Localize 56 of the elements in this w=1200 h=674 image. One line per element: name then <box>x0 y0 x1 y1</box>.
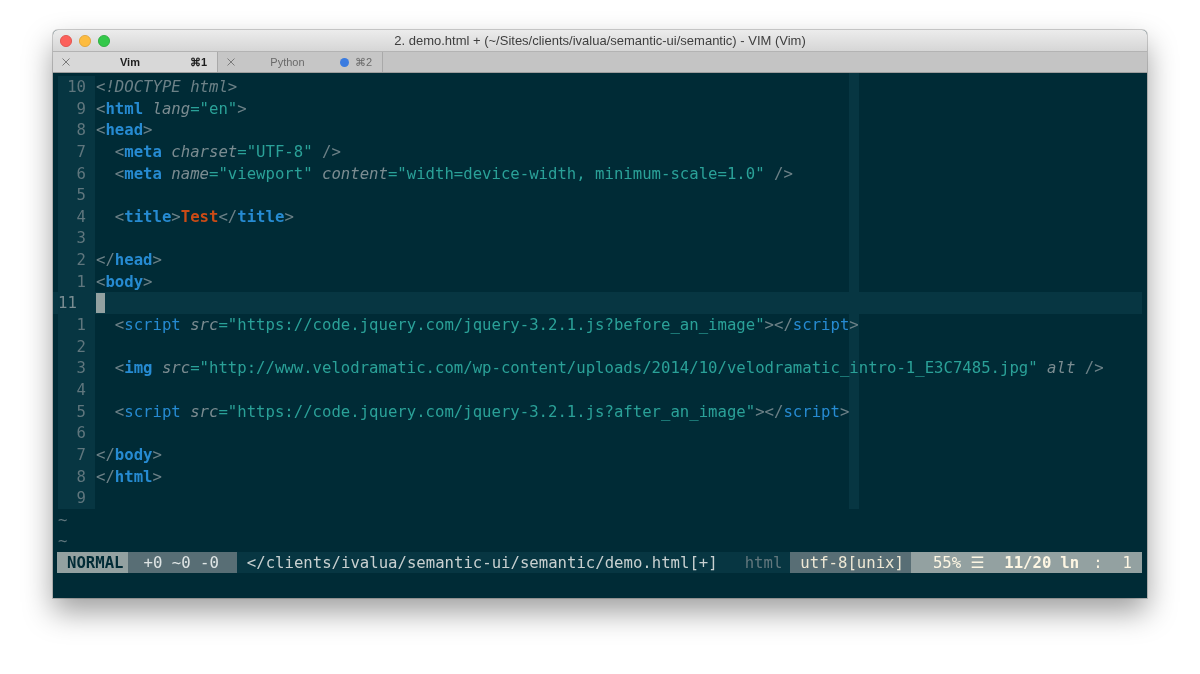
shortcut-label: ⌘1 <box>189 55 207 69</box>
close-window-icon[interactable] <box>60 34 72 47</box>
filetype-label: html <box>744 552 784 574</box>
code-line: <meta charset="UTF-8" /> <box>113 140 341 163</box>
line-count: 11/20 <box>1004 552 1052 574</box>
line-number: 4 <box>58 378 95 401</box>
code-line: <html lang="en"> <box>96 97 247 120</box>
code-line: <head> <box>96 119 153 141</box>
line-number: 9 <box>58 97 95 120</box>
mode-indicator: NORMAL <box>57 552 128 574</box>
scroll-percent: 55% <box>932 552 962 574</box>
code-line: <meta name="viewport" content="width=device-width, minimum-scale=1.0" /> <box>113 162 793 185</box>
line-number: 3 <box>58 357 95 379</box>
window-title: 2. demo.html + (~/Sites/clients/ivalua/semantic-ui/semantic) - VIM (Vim) <box>394 33 806 48</box>
line-number: 2 <box>58 335 95 358</box>
shortcut-label: ⌘2 <box>354 55 372 69</box>
code-line: <script src="https://code.jquery.com/jquery-3.2.1.js?before_an_image"></script> <box>113 314 859 336</box>
code-line: </html> <box>96 465 162 488</box>
line-number: 7 <box>58 443 95 466</box>
close-icon[interactable] <box>62 58 70 66</box>
code-line: </head> <box>96 249 162 271</box>
file-path: </clients/ivalua/semantic-ui/semantic/demo.html[+] <box>245 552 718 574</box>
line-number: 8 <box>58 119 95 141</box>
code-line: <img src="http://www.velodramatic.com/wp-content/uploads/2014/10/velodramatic_intro-1_E3C7485.jpg" alt /> <box>113 357 1104 379</box>
maximize-window-icon[interactable] <box>98 34 110 47</box>
close-icon[interactable] <box>227 58 235 66</box>
line-number: 1 <box>58 314 95 336</box>
line-number: 11 <box>57 292 78 315</box>
line-number: 10 <box>58 76 95 98</box>
code-line: <!DOCTYPE html> <box>96 76 238 98</box>
line-number: 2 <box>58 249 95 271</box>
text-cursor <box>96 293 106 314</box>
line-number: 9 <box>58 487 95 509</box>
line-number: 4 <box>58 205 95 228</box>
line-number: 1 <box>58 270 95 293</box>
tab[interactable]: Vim ⌘1 <box>53 52 218 72</box>
encoding-label: utf-8[unix] <box>790 552 911 574</box>
line-symbol: ☰ <box>970 552 985 574</box>
line-number: 6 <box>58 422 95 444</box>
line-number: 5 <box>58 400 95 423</box>
line-number: 5 <box>58 184 95 206</box>
line-number: 3 <box>58 227 95 250</box>
code-line: <title>Test</title> <box>113 205 294 228</box>
line-number: 8 <box>58 465 95 488</box>
code-line: </body> <box>96 443 162 466</box>
code-line: <script src="https://code.jquery.com/jquery-3.2.1.js?after_an_image"></script> <box>113 400 850 423</box>
minimize-window-icon[interactable] <box>79 34 91 47</box>
code-line: <body> <box>96 270 153 293</box>
line-number: 6 <box>58 162 95 185</box>
column-number: 1 <box>1122 552 1132 574</box>
tilde-marker: ~ <box>58 509 68 529</box>
line-number: 7 <box>58 140 95 163</box>
change-counts: +0 ~0 -0 <box>127 552 237 574</box>
line-label: ln <box>1060 552 1080 574</box>
separator-label: : <box>1093 552 1103 574</box>
tilde-marker: ~ <box>58 531 68 551</box>
